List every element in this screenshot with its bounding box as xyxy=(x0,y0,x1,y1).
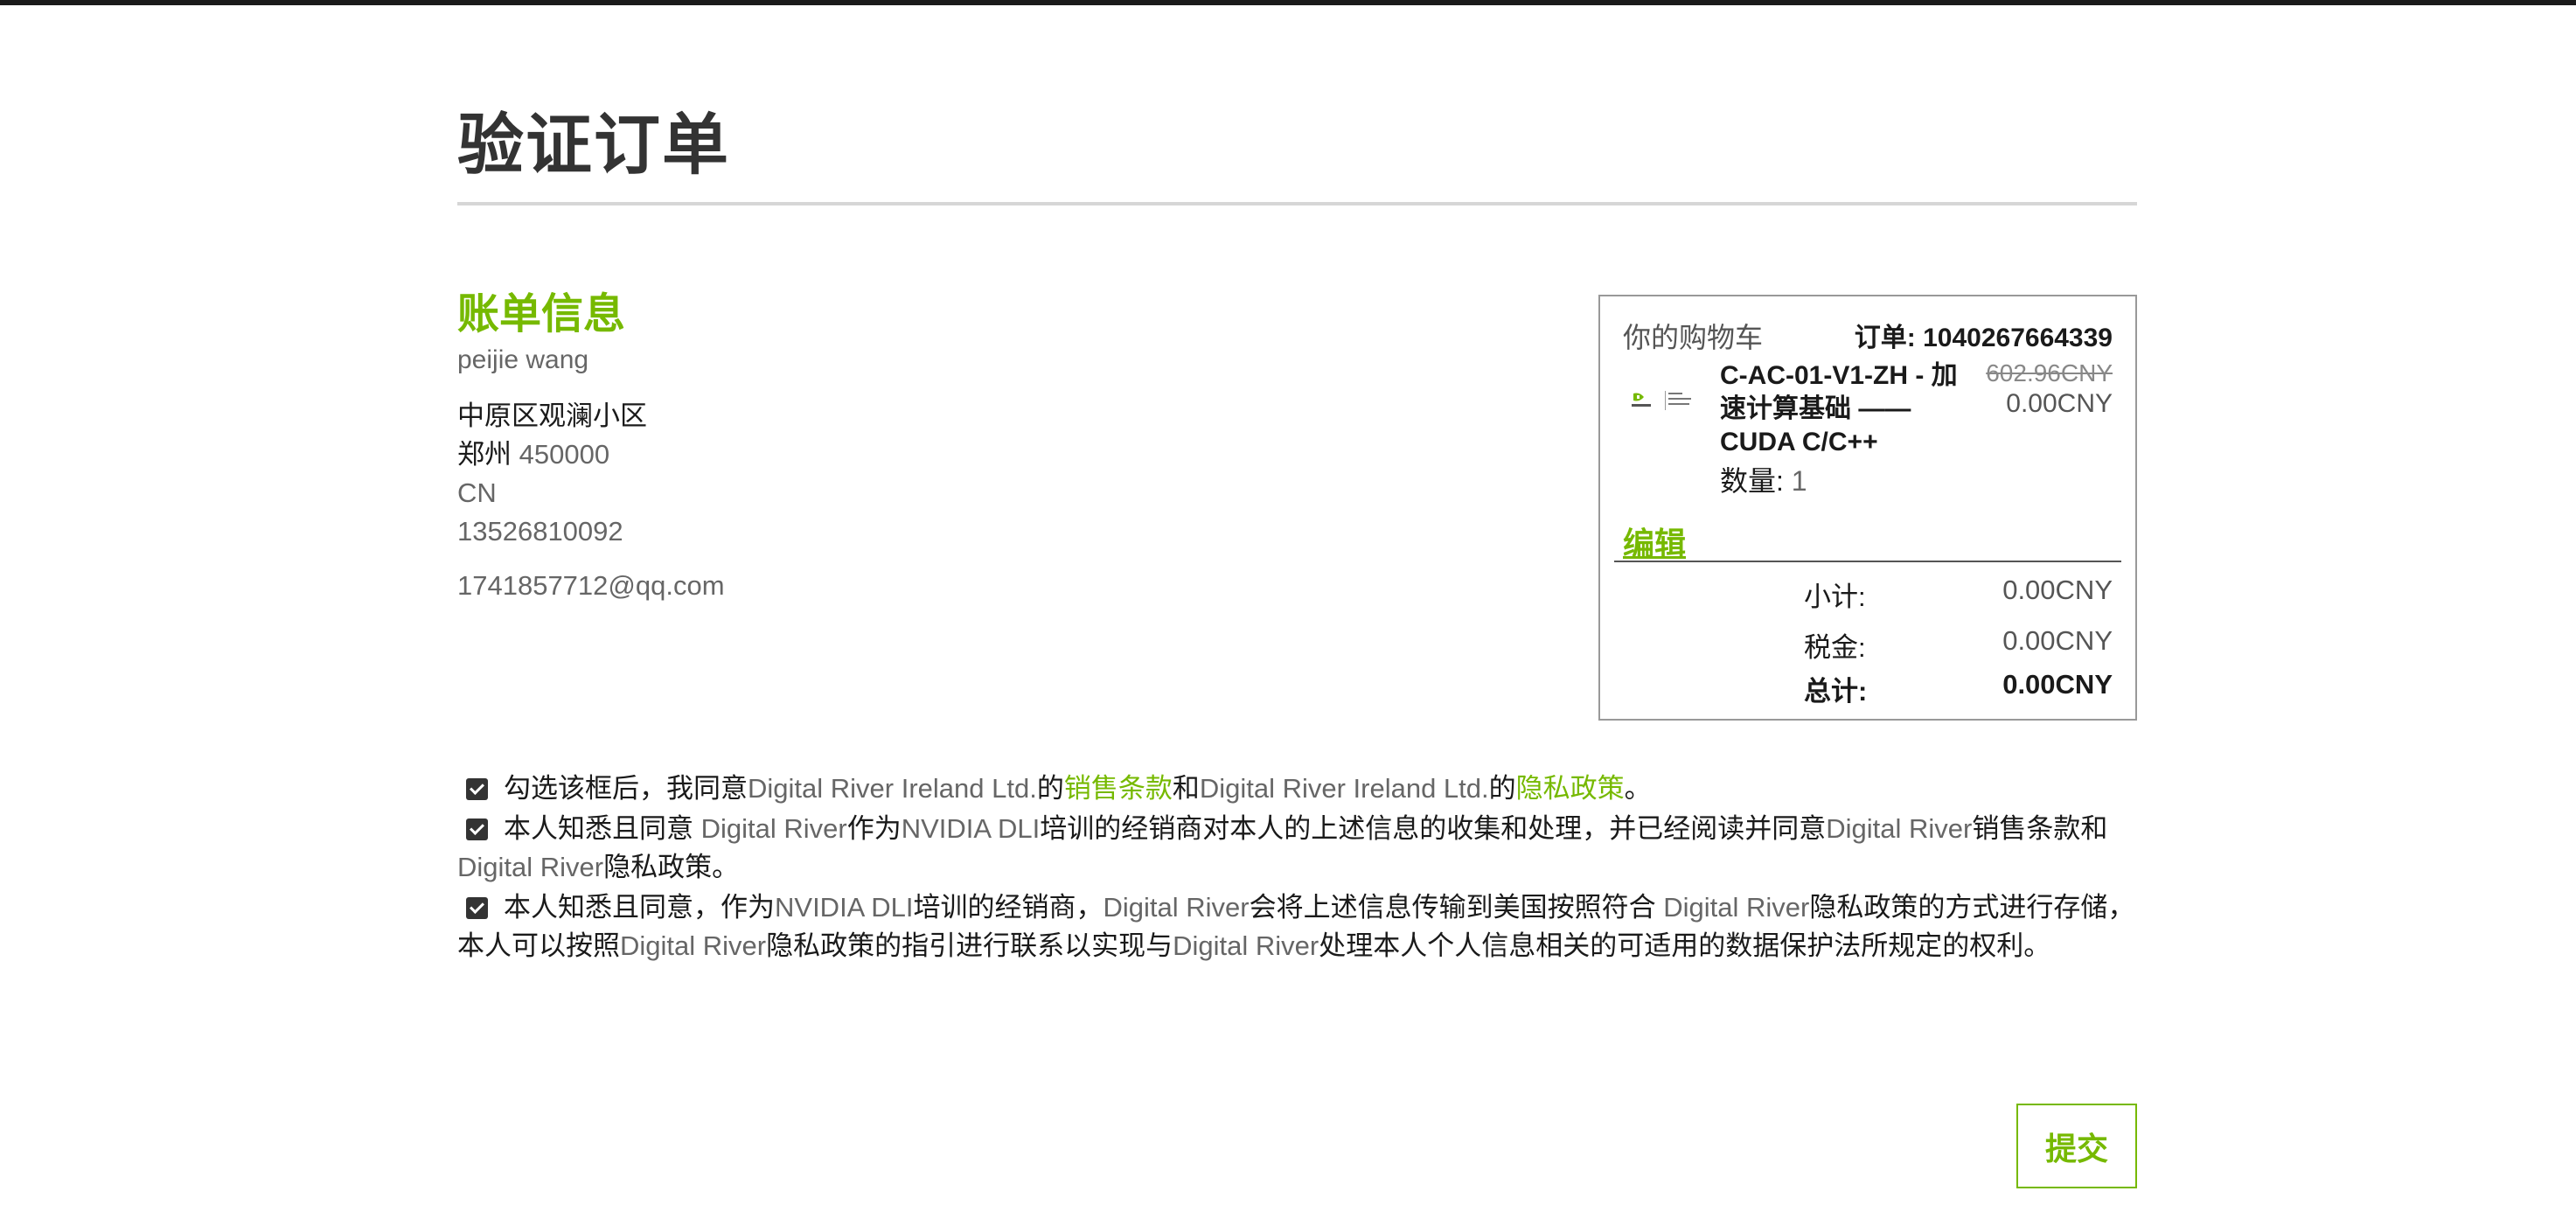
company-name: Digital River xyxy=(620,930,767,961)
billing-address: 中原区观澜小区 郑州 450000 CN 13526810092 xyxy=(457,397,1244,551)
term-text: 作为 xyxy=(846,813,902,844)
term-text: 隐私政策。 xyxy=(603,852,740,882)
privacy-policy-link[interactable]: 隐私政策 xyxy=(1516,773,1625,804)
edit-cart-link[interactable]: 编辑 xyxy=(1623,519,1686,564)
term-text: 培训的经销商对本人的上述信息的收集和处理，并已经阅读并同意 xyxy=(1040,813,1827,844)
terms-checkbox-3[interactable] xyxy=(466,897,488,919)
top-bar xyxy=(0,0,2576,5)
billing-name: peijie wang xyxy=(457,345,589,374)
term-text: 本人知悉且同意 xyxy=(504,813,701,844)
company-name: Digital River xyxy=(700,813,847,844)
program-name: NVIDIA DLI xyxy=(901,813,1041,844)
tax-label: 税金: xyxy=(1804,632,1866,663)
term-text: 。 xyxy=(1624,773,1652,804)
billing-section: 账单信息 peijie wang 中原区观澜小区 郑州 450000 CN 13… xyxy=(457,289,1244,605)
program-name: NVIDIA DLI xyxy=(775,892,914,923)
price-original: 602.96CNY xyxy=(1986,359,2113,387)
term-text: 勾选该框后，我同意 xyxy=(504,773,748,804)
company-name: Digital River xyxy=(1173,930,1319,961)
cart-summary: 你的购物车 订单: 1040267664339 C-AC-01-V1-ZH - … xyxy=(1598,295,2137,721)
price-current: 0.00CNY xyxy=(2006,389,2113,418)
address-line: 中原区观澜小区 xyxy=(457,401,647,431)
company-name: Digital River xyxy=(1663,892,1810,923)
order-number: 订单: 1040267664339 xyxy=(1854,324,2113,352)
postal-code: 450000 xyxy=(519,439,610,470)
company-name: Digital River xyxy=(1826,813,1973,844)
sales-terms-link[interactable]: 销售条款 xyxy=(1064,773,1173,804)
cart-title: 你的购物车 xyxy=(1623,322,1764,353)
terms-checkbox-1[interactable] xyxy=(466,778,488,800)
term-text: 的 xyxy=(1036,773,1064,804)
page-title: 验证订单 xyxy=(457,108,730,183)
terms-section: 勾选该框后，我同意Digital River Ireland Ltd.的销售条款… xyxy=(457,770,2137,967)
company-name: Digital River Ireland Ltd. xyxy=(748,773,1037,804)
company-name: Digital River Ireland Ltd. xyxy=(1199,773,1489,804)
term-text: 隐私政策的指引进行联系以实现与 xyxy=(766,930,1173,961)
nvidia-dli-logo-icon xyxy=(1632,391,1691,410)
quantity: 数量: 1 xyxy=(1720,459,1807,499)
quantity-label: 数量: xyxy=(1720,465,1784,497)
product-name: C-AC-01-V1-ZH - 加速计算基础 —— CUDA C/C++ xyxy=(1720,361,1958,456)
term-text: 会将上述信息传输到美国按照符合 xyxy=(1249,892,1664,923)
terms-item-data-processing: 本人知悉且同意 Digital River作为NVIDIA DLI培训的经销商对… xyxy=(457,810,2137,887)
term-text: 处理本人个人信息相关的可适用的数据保护法所规定的权利。 xyxy=(1319,930,2051,961)
term-text: 和 xyxy=(1172,773,1200,804)
terms-item-sales-privacy: 勾选该框后，我同意Digital River Ireland Ltd.的销售条款… xyxy=(457,770,2137,808)
term-text: 培训的经销商， xyxy=(913,892,1104,923)
subtotal-value: 0.00CNY xyxy=(2002,575,2113,605)
quantity-value: 1 xyxy=(1791,465,1807,497)
term-text: 销售条款和 xyxy=(1972,813,2108,844)
billing-heading: 账单信息 xyxy=(457,291,626,338)
company-name: Digital River xyxy=(1103,892,1250,923)
term-text: 本人知悉且同意，作为 xyxy=(504,892,775,923)
terms-item-data-transfer: 本人知悉且同意，作为NVIDIA DLI培训的经销商，Digital River… xyxy=(457,888,2137,965)
terms-checkbox-2[interactable] xyxy=(466,818,488,840)
phone: 13526810092 xyxy=(457,516,623,547)
subtotal-label: 小计: xyxy=(1804,582,1866,612)
city: 郑州 xyxy=(457,439,512,470)
company-name: Digital River xyxy=(457,852,604,882)
submit-button[interactable]: 提交 xyxy=(2016,1104,2137,1188)
city-postal: 郑州 450000 xyxy=(457,435,1244,474)
country: CN xyxy=(457,477,497,508)
total-label: 总计: xyxy=(1804,676,1868,707)
term-text: 的 xyxy=(1488,773,1516,804)
tax-value: 0.00CNY xyxy=(2002,625,2113,656)
title-divider xyxy=(457,202,2137,205)
email: 1741857712@qq.com xyxy=(457,570,725,601)
cart-divider xyxy=(1614,561,2121,562)
total-value: 0.00CNY xyxy=(2002,669,2113,700)
